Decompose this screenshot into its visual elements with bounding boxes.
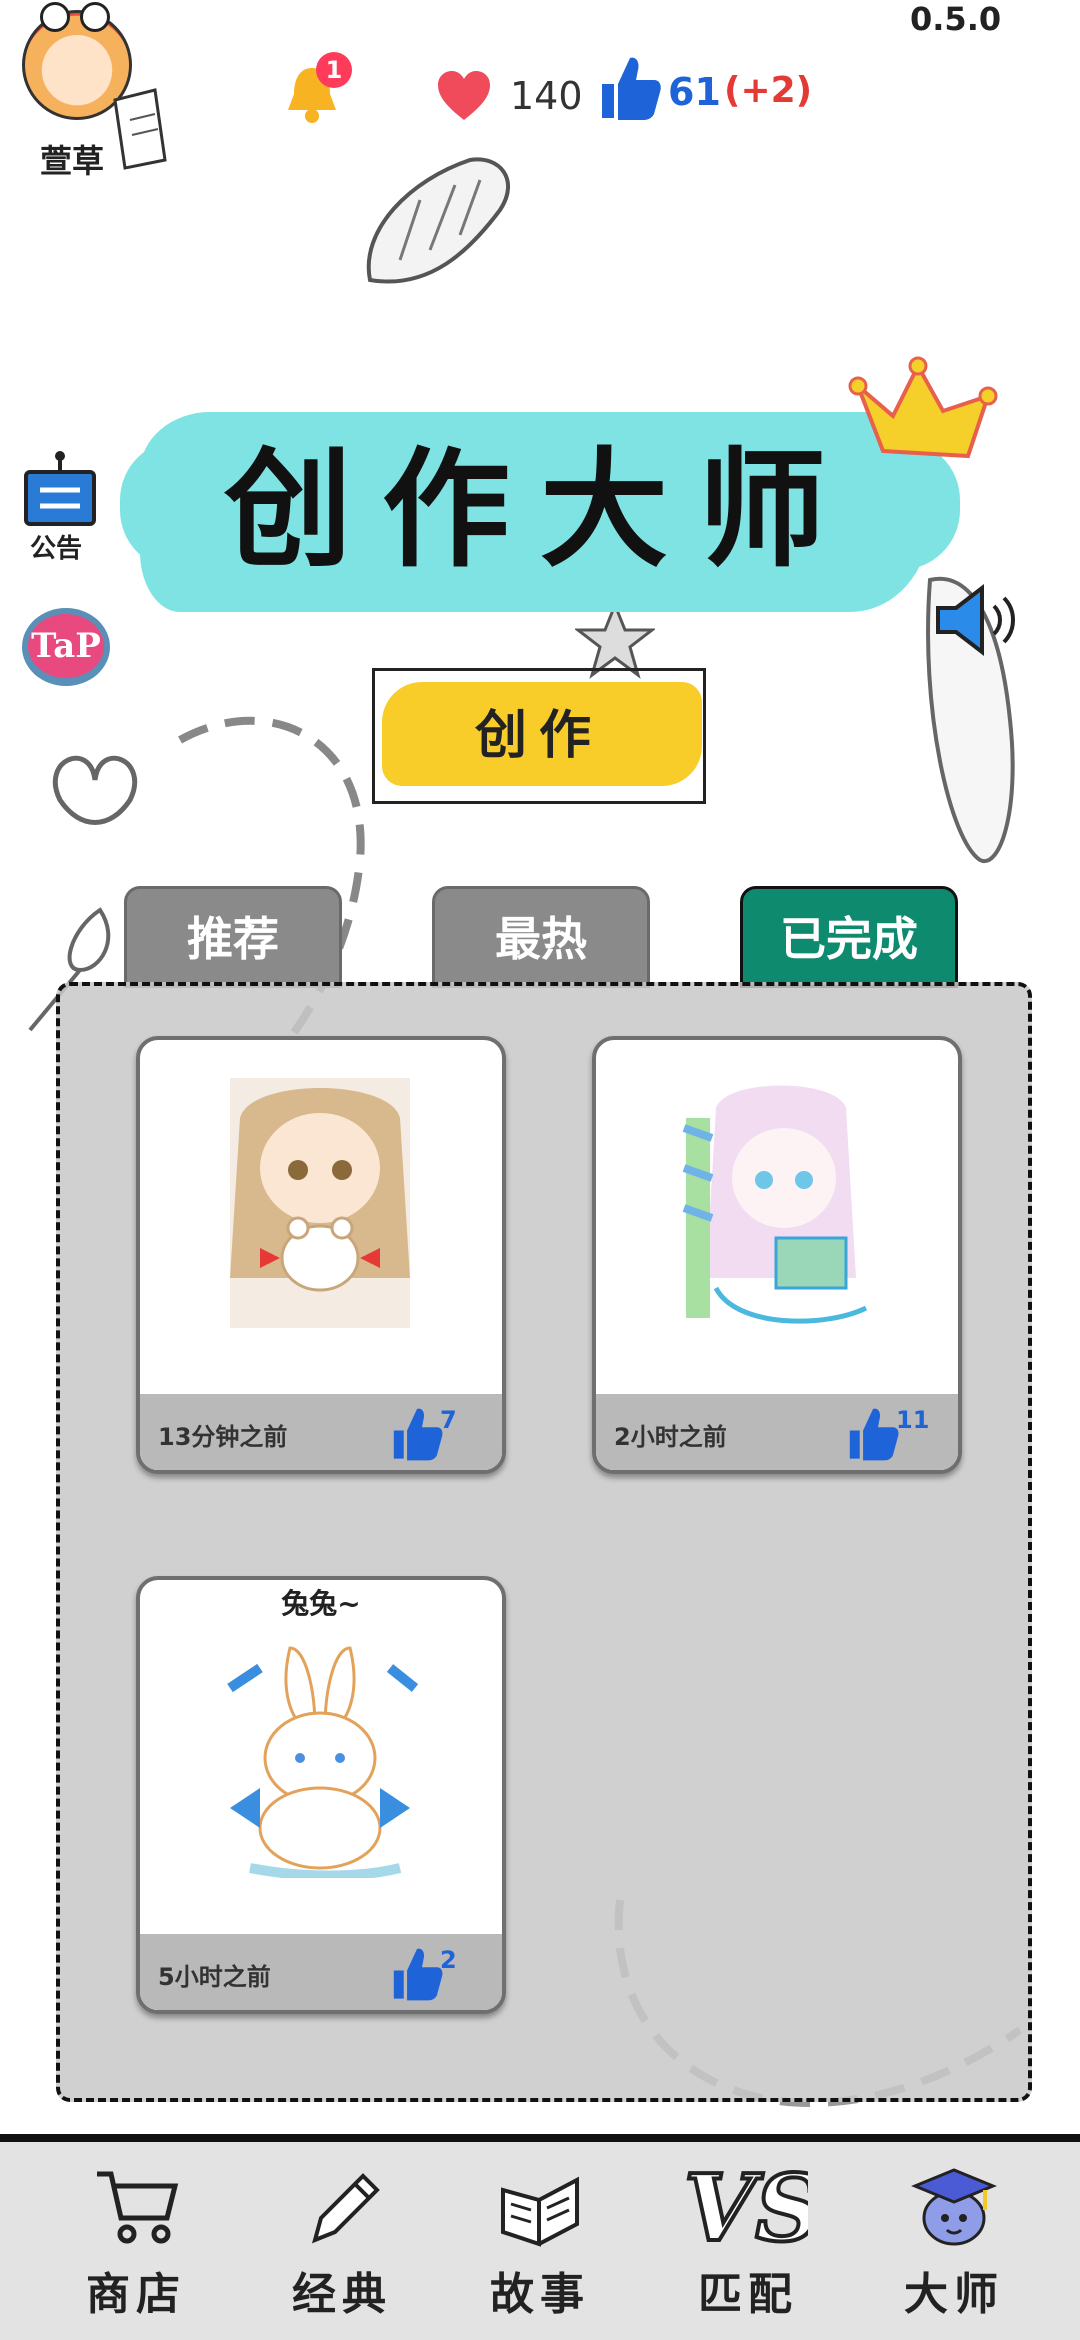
- card-likes: 11: [896, 1406, 930, 1434]
- card-title: 兔兔~: [281, 1587, 361, 1620]
- nav-label: 故事: [490, 2269, 590, 2320]
- thumbs-count: 61: [668, 70, 721, 114]
- avatar-eye-right: [80, 2, 110, 32]
- nav-divider: [0, 2134, 1080, 2142]
- page-title: 创作大师: [223, 435, 856, 585]
- svg-text:VS: VS: [684, 2160, 808, 2250]
- avatar-eye-left: [40, 2, 70, 32]
- crown-icon: [848, 356, 998, 459]
- user-avatar-button[interactable]: 萱草: [22, 2, 167, 180]
- artwork-girl-with-bear: [230, 1078, 410, 1328]
- vs-icon: VS: [682, 2160, 808, 2250]
- announcement-button[interactable]: 公告: [20, 450, 106, 570]
- nav-classic[interactable]: 经典: [262, 2160, 422, 2330]
- tab-completed[interactable]: 已完成: [740, 886, 958, 988]
- thumbs-up-icon: [602, 57, 661, 120]
- croissant-doodle: [366, 157, 511, 284]
- cart-icon: [97, 2171, 179, 2244]
- likes-count: 140: [510, 74, 583, 118]
- card-time: 13分钟之前: [158, 1423, 288, 1451]
- artwork-bunny: [227, 1646, 419, 1878]
- tab-recommended[interactable]: 推荐: [124, 886, 342, 988]
- nav-story[interactable]: 故事: [460, 2160, 620, 2330]
- nav-label: 匹配: [698, 2269, 798, 2320]
- heart-icon: [438, 71, 490, 120]
- pretzel-doodle: [52, 755, 138, 825]
- thumbs-delta: (+2): [724, 70, 813, 111]
- tap-logo-icon: TaP: [28, 614, 104, 678]
- thumbs-up-icon[interactable]: [390, 1404, 444, 1462]
- nav-label: 大师: [904, 2269, 1004, 2320]
- graduate-icon: [911, 2168, 997, 2246]
- announcement-icon: [24, 451, 96, 526]
- work-card[interactable]: 13分钟之前 7: [136, 1036, 506, 1474]
- card-time: 5小时之前: [158, 1963, 271, 1991]
- book-icon: [501, 2176, 579, 2247]
- create-button[interactable]: 创作: [372, 668, 706, 804]
- artwork-girl-with-book: [682, 1085, 868, 1324]
- user-name: 萱草: [40, 142, 105, 180]
- nav-shop[interactable]: 商店: [56, 2160, 216, 2330]
- nav-label: 经典: [292, 2269, 392, 2320]
- work-card[interactable]: 2小时之前 11: [592, 1036, 962, 1474]
- nav-label: 商店: [86, 2269, 186, 2320]
- card-time: 2小时之前: [614, 1423, 727, 1451]
- notepad-icon: [113, 88, 167, 170]
- work-card[interactable]: 兔兔~ 5小时之前 2: [136, 1576, 506, 2014]
- card-likes: 2: [440, 1946, 457, 1974]
- announcement-label: 公告: [30, 534, 83, 564]
- notification-badge: 1: [316, 52, 352, 88]
- thumbs-up-icon[interactable]: [390, 1944, 444, 2002]
- tab-hottest[interactable]: 最热: [432, 886, 650, 988]
- pencil-icon: [312, 2173, 380, 2244]
- thumbs-up-icon[interactable]: [846, 1404, 900, 1462]
- card-likes: 7: [440, 1406, 457, 1434]
- nav-match[interactable]: VS 匹配: [668, 2160, 828, 2330]
- version-label: 0.5.0: [910, 0, 1002, 38]
- nav-master[interactable]: 大师: [874, 2160, 1034, 2330]
